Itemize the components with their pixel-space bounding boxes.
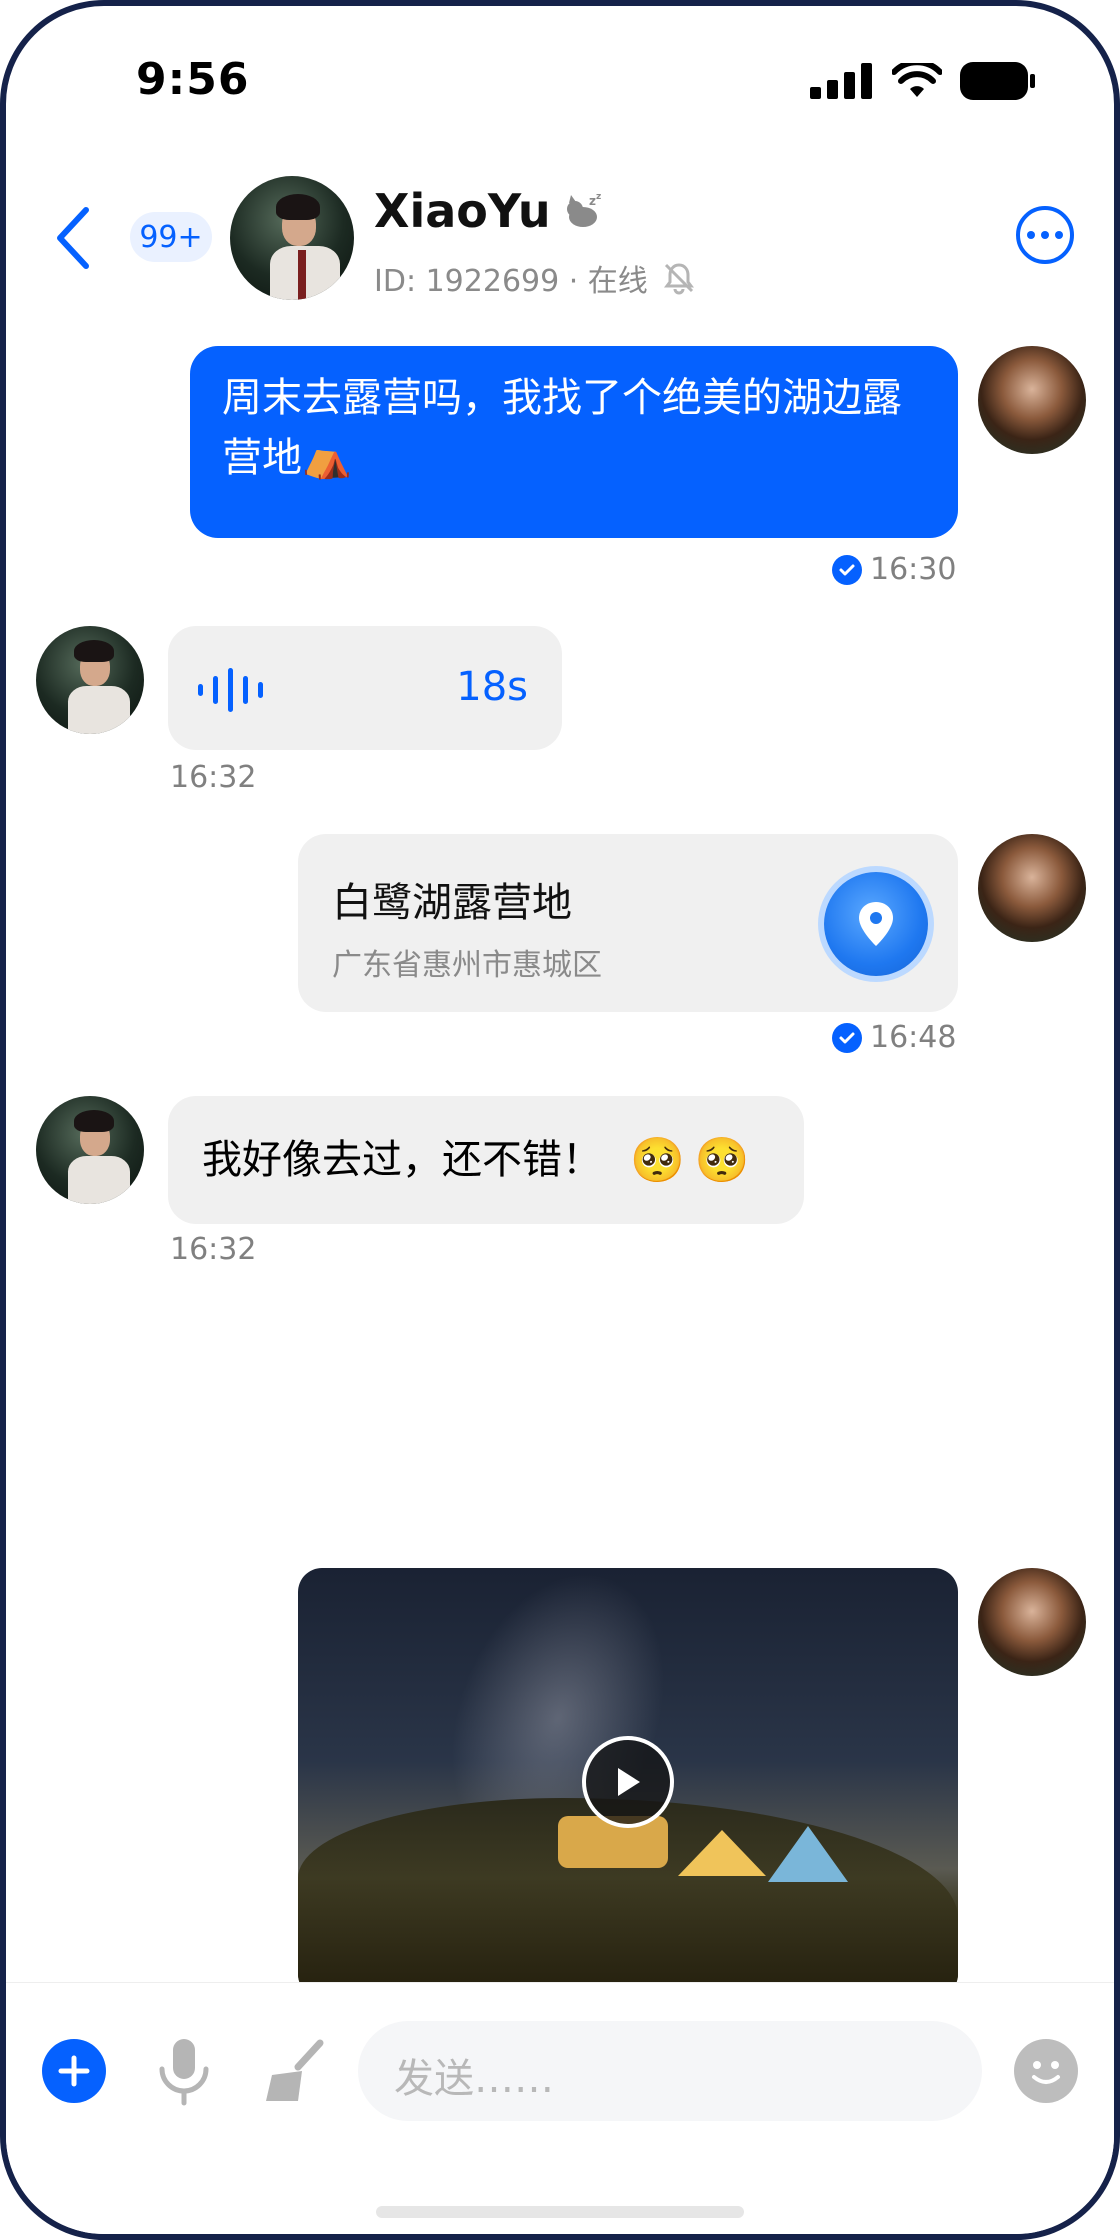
message-text: 我好像去过，还不错！ <box>202 1137 602 1183</box>
contact-message-avatar[interactable] <box>36 626 144 734</box>
battery-icon <box>960 62 1035 100</box>
play-icon <box>618 1768 640 1796</box>
voice-duration: 18s <box>456 664 528 710</box>
voice-message-bubble[interactable]: 18s <box>168 626 562 750</box>
message-time: 16:32 <box>170 760 257 795</box>
emoji-button[interactable] <box>1014 2039 1078 2103</box>
voice-waveform-icon <box>198 668 263 712</box>
back-chevron-icon[interactable] <box>54 206 94 270</box>
play-button[interactable] <box>582 1736 674 1828</box>
pleading-emoji: 🥺🥺 <box>630 1135 760 1186</box>
svg-text:z: z <box>589 194 596 208</box>
message-time: 16:30 <box>870 552 957 587</box>
home-indicator[interactable] <box>376 2206 744 2218</box>
location-card[interactable]: 白鹭湖露营地 广东省惠州市惠城区 <box>298 834 958 1012</box>
wifi-icon <box>892 63 942 97</box>
my-avatar[interactable] <box>978 834 1086 942</box>
message-input[interactable]: 发送…… <box>358 2021 982 2121</box>
unread-badge-count: 99+ <box>139 219 203 255</box>
tent-yellow <box>678 1830 766 1876</box>
read-status: 16:48 <box>832 1020 956 1055</box>
read-status: 16:30 <box>832 552 956 587</box>
contact-id-status: ID: 1922699 · 在线 <box>374 264 648 299</box>
phone-frame: 9:56 99+ XiaoYu z z ID: 1922699 · 在线 周末去… <box>0 0 1120 2240</box>
video-message[interactable] <box>298 1568 958 1998</box>
message-time: 16:32 <box>170 1232 257 1267</box>
outgoing-text-bubble[interactable]: 周末去露营吗，我找了个绝美的湖边露营地⛺ <box>190 346 958 538</box>
smiley-icon <box>1032 2061 1060 2084</box>
message-text: 周末去露营吗，我找了个绝美的湖边露营地⛺ <box>222 375 902 481</box>
location-pin-icon <box>824 872 928 976</box>
more-options-button[interactable] <box>1016 206 1074 264</box>
broom-clear-icon[interactable] <box>262 2037 328 2105</box>
contact-name: XiaoYu z z <box>374 184 605 238</box>
location-name: 白鹭湖露营地 <box>332 880 572 926</box>
tent-blue <box>768 1826 848 1882</box>
plus-icon <box>58 2055 90 2087</box>
my-avatar[interactable] <box>978 1568 1086 1676</box>
read-check-icon <box>832 1022 862 1053</box>
my-avatar[interactable] <box>978 346 1086 454</box>
contact-avatar[interactable] <box>230 176 354 300</box>
mute-bell-icon <box>663 263 694 295</box>
status-icons <box>810 62 1036 100</box>
svg-text:z: z <box>596 192 601 202</box>
read-check-icon <box>832 554 862 585</box>
composer-bar: 发送…… <box>6 1982 1114 2234</box>
location-address: 广东省惠州市惠城区 <box>332 948 602 983</box>
status-time: 9:56 <box>136 54 250 105</box>
signal-icon <box>810 63 872 99</box>
contact-message-avatar[interactable] <box>36 1096 144 1204</box>
contact-status-line: ID: 1922699 · 在线 <box>374 256 696 300</box>
sleeping-cat-icon: z z <box>566 192 601 227</box>
more-dots-icon <box>1027 231 1063 239</box>
add-button[interactable] <box>42 2039 106 2103</box>
unread-badge[interactable]: 99+ <box>130 212 212 262</box>
message-time: 16:48 <box>870 1020 957 1055</box>
contact-name-text: XiaoYu <box>374 184 551 238</box>
message-input-placeholder: 发送…… <box>394 2056 554 2102</box>
incoming-text-bubble[interactable]: 我好像去过，还不错！ 🥺🥺 <box>168 1096 804 1224</box>
microphone-icon[interactable] <box>154 2035 214 2107</box>
